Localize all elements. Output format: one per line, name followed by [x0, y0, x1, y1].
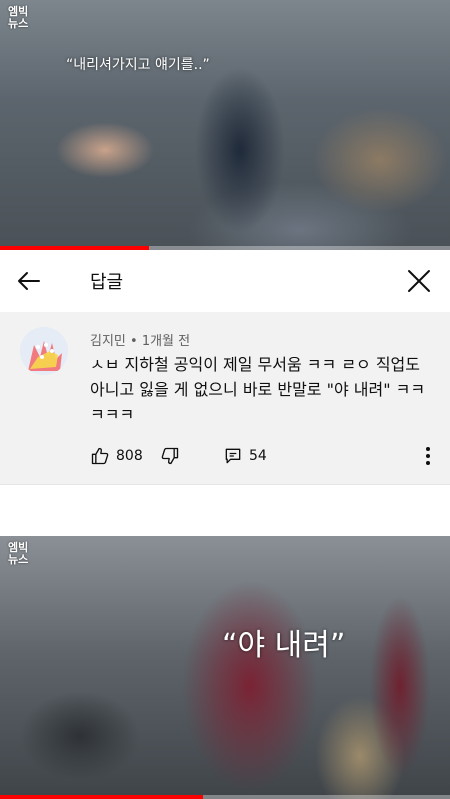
comment-time: 1개월 전 [141, 334, 191, 349]
video-player-top[interactable]: 엠빅 뉴스 “내리셔가지고 얘기를..” [0, 0, 450, 250]
avatar[interactable] [20, 327, 68, 375]
comment-item: 김지민 • 1개월 전 ㅅㅂ 지하철 공익이 제일 무서움 ㅋㅋ ㄹㅇ 직업도 … [0, 312, 450, 485]
like-button[interactable]: 808 [90, 444, 143, 468]
channel-logo: 엠빅 뉴스 [8, 541, 29, 566]
reply-icon [225, 448, 241, 464]
like-count: 808 [116, 448, 143, 464]
channel-logo: 엠빅 뉴스 [8, 5, 29, 30]
comment-text: ㅅㅂ 지하철 공익이 제일 무서움 ㅋㅋ ㄹㅇ 직업도 아니고 잃을 게 없으니… [90, 355, 426, 424]
comment-meta: 김지민 • 1개월 전 [90, 330, 190, 349]
more-options-button[interactable] [418, 442, 438, 470]
meta-separator: • [125, 334, 142, 349]
avatar-image [20, 327, 68, 375]
dislike-button[interactable] [160, 444, 180, 468]
reply-count: 54 [249, 448, 267, 464]
video-progress-fill [0, 795, 203, 799]
spacer [0, 485, 450, 536]
thumb-up-icon [91, 447, 109, 465]
back-button[interactable] [14, 266, 44, 296]
more-vertical-icon [426, 447, 430, 465]
comment-actions: 808 54 [90, 444, 440, 468]
video-progress-bar[interactable] [0, 795, 450, 799]
video-subtitle: “야 내려” [222, 628, 346, 663]
close-icon [408, 270, 430, 292]
reply-header: 답글 [0, 250, 450, 313]
arrow-left-icon [18, 272, 40, 290]
thumb-down-icon [161, 447, 179, 465]
video-subtitle: “내리셔가지고 얘기를..” [66, 57, 210, 73]
reply-button[interactable]: 54 [223, 444, 267, 468]
comment-author[interactable]: 김지민 [90, 334, 126, 349]
close-button[interactable] [404, 266, 434, 296]
page-title: 답글 [90, 272, 124, 293]
video-player-bottom[interactable]: 엠빅 뉴스 “야 내려” [0, 536, 450, 799]
